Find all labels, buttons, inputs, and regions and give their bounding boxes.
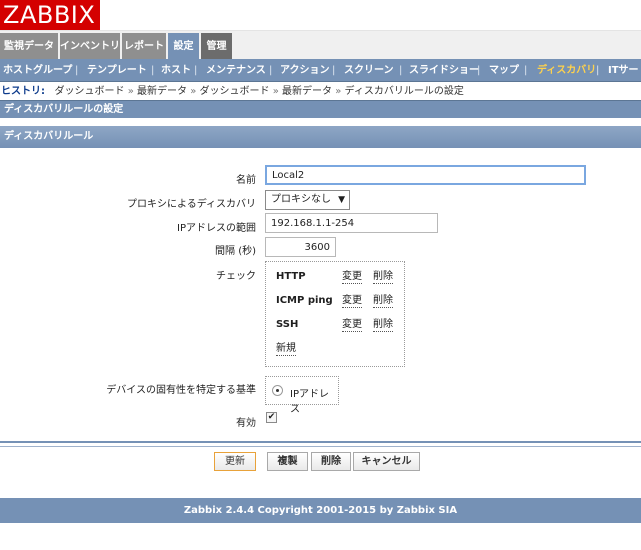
- interval-label: 間隔 (秒): [215, 246, 256, 257]
- page-title: ディスカバリルールの設定: [0, 100, 641, 118]
- history-item[interactable]: 最新データ: [282, 86, 332, 97]
- sub-menu-actions[interactable]: アクション: [280, 59, 330, 82]
- uniqueness-option-label: IPアドレス: [290, 389, 329, 415]
- sub-menu-separator: |: [596, 65, 600, 76]
- copyright-footer: Zabbix 2.4.4 Copyright 2001-2015 by Zabb…: [0, 498, 641, 523]
- name-label: 名前: [236, 175, 256, 186]
- check-edit-link[interactable]: 変更: [342, 271, 362, 284]
- history-item[interactable]: 最新データ: [137, 86, 187, 97]
- history-separator: »: [127, 86, 134, 97]
- update-button[interactable]: 更新: [214, 452, 256, 471]
- uniqueness-radio[interactable]: [272, 385, 283, 396]
- form-separator: [0, 441, 641, 443]
- history-label: ヒストリ:: [1, 86, 45, 97]
- uniqueness-options: IPアドレス: [265, 376, 339, 415]
- sub-menu-separator: |: [524, 65, 528, 76]
- main-menu: 監視データ インベントリ レポート 設定 管理: [0, 30, 641, 60]
- page: ZABBIX 監視データ インベントリ レポート 設定 管理 ホストグループ |…: [0, 0, 641, 550]
- sub-menu-separator: |: [399, 65, 403, 76]
- history-item[interactable]: ディスカバリルールの設定: [345, 86, 464, 97]
- sub-menu-maps[interactable]: マップ: [489, 59, 519, 82]
- check-name: HTTP: [276, 271, 306, 282]
- main-menu-administration[interactable]: 管理: [201, 33, 232, 60]
- sub-menu-separator: |: [269, 65, 273, 76]
- main-menu-inventory[interactable]: インベントリ: [60, 33, 120, 60]
- check-edit-link[interactable]: 変更: [342, 319, 362, 332]
- sub-menu-host-groups[interactable]: ホストグループ: [3, 59, 72, 82]
- name-input[interactable]: [265, 165, 586, 185]
- enabled-label: 有効: [236, 418, 256, 429]
- sub-menu-slide-shows[interactable]: スライドショー: [409, 59, 479, 82]
- proxy-select[interactable]: プロキシなし ▼: [265, 190, 350, 210]
- sub-menu-discovery[interactable]: ディスカバリ: [537, 59, 596, 82]
- sub-menu-it-services[interactable]: ITサー: [608, 59, 639, 82]
- main-menu-reports[interactable]: レポート: [122, 33, 166, 60]
- history-separator: »: [335, 86, 342, 97]
- sub-menu-maintenance[interactable]: メンテナンス: [206, 59, 266, 82]
- history-separator: »: [272, 86, 279, 97]
- sub-menu-separator: |: [151, 65, 155, 76]
- new-check-link[interactable]: 新規: [276, 343, 296, 356]
- history-item[interactable]: ダッシュボード: [200, 86, 270, 97]
- check-remove-link[interactable]: 削除: [373, 295, 393, 308]
- iprange-label: IPアドレスの範囲: [177, 223, 256, 234]
- breadcrumb: ヒストリ: ダッシュボード » 最新データ » ダッシュボード » 最新データ …: [0, 83, 641, 100]
- interval-input[interactable]: [265, 237, 336, 257]
- clone-button[interactable]: 複製: [267, 452, 308, 471]
- history-separator: »: [190, 86, 197, 97]
- main-menu-monitoring[interactable]: 監視データ: [0, 33, 58, 60]
- checks-label: チェック: [216, 271, 256, 282]
- sub-menu: ホストグループ | テンプレート | ホスト | メンテナンス | アクション …: [0, 59, 641, 82]
- section-title: ディスカバリルール: [0, 126, 641, 148]
- proxy-select-value: プロキシなし: [271, 194, 331, 205]
- check-edit-link[interactable]: 変更: [342, 295, 362, 308]
- proxy-label: プロキシによるディスカバリ: [127, 199, 256, 210]
- delete-button[interactable]: 削除: [311, 452, 351, 471]
- zabbix-logo[interactable]: ZABBIX: [0, 0, 101, 30]
- sub-menu-separator: |: [194, 65, 198, 76]
- cancel-button[interactable]: キャンセル: [353, 452, 420, 471]
- main-menu-configuration[interactable]: 設定: [168, 33, 199, 60]
- sub-menu-separator: |: [332, 65, 336, 76]
- checks-list: HTTP 変更 削除 ICMP ping 変更 削除 SSH 変更 削除 新規: [265, 261, 405, 367]
- sub-menu-screens[interactable]: スクリーン: [344, 59, 394, 82]
- enabled-checkbox[interactable]: ✔: [266, 412, 277, 423]
- check-remove-link[interactable]: 削除: [373, 319, 393, 332]
- sub-menu-hosts[interactable]: ホスト: [161, 59, 191, 82]
- check-remove-link[interactable]: 削除: [373, 271, 393, 284]
- dropdown-arrow-icon: ▼: [338, 195, 345, 205]
- check-name: ICMP ping: [276, 295, 333, 306]
- uniqueness-label: デバイスの固有性を特定する基準: [106, 385, 256, 396]
- check-name: SSH: [276, 319, 299, 330]
- history-item[interactable]: ダッシュボード: [55, 86, 125, 97]
- sub-menu-templates[interactable]: テンプレート: [87, 59, 147, 82]
- form-separator: [0, 446, 641, 447]
- sub-menu-separator: |: [75, 65, 79, 76]
- header: ZABBIX: [0, 0, 641, 32]
- sub-menu-separator: |: [477, 65, 481, 76]
- iprange-input[interactable]: [265, 213, 438, 233]
